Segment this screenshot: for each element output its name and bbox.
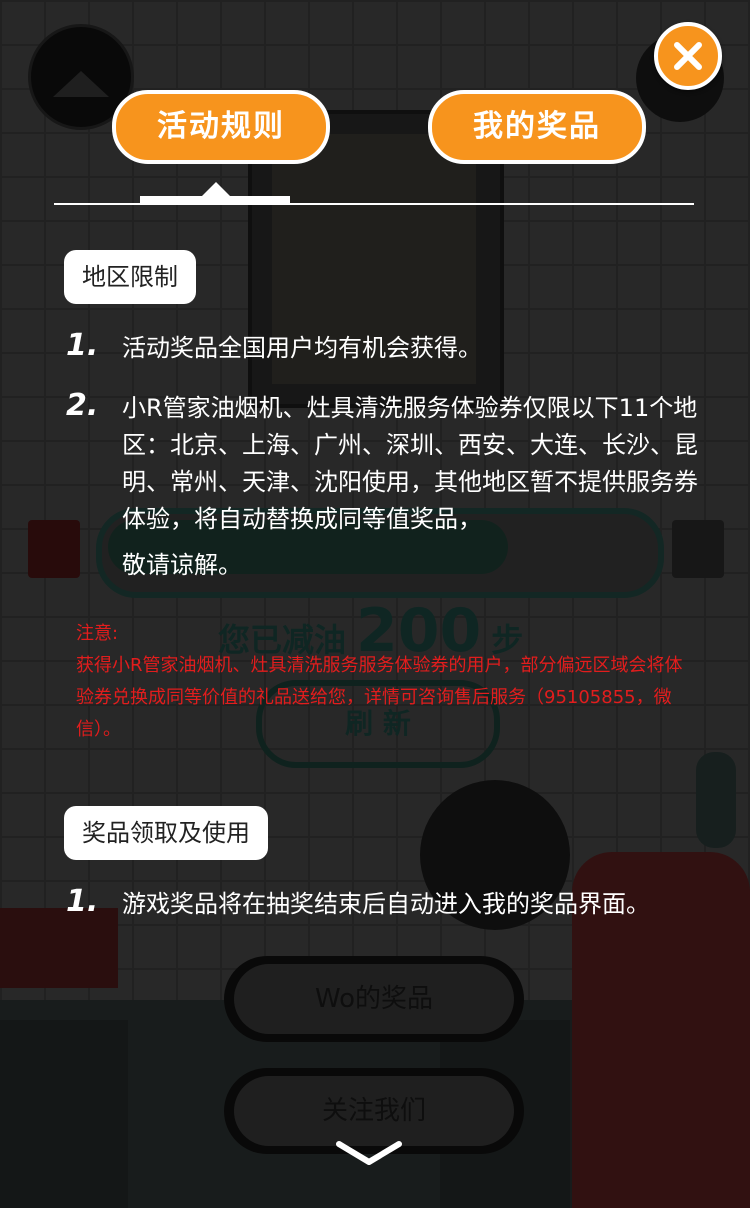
note-text: 获得小R管家油烟机、灶具清洗服务服务体验券的用户，部分偏远区域会将体验券兑换成同… — [76, 655, 683, 740]
list-item-text: 游戏奖品将在抽奖结束后自动进入我的奖品界面。 — [122, 890, 650, 918]
tab-activity-rules[interactable]: 活动规则 — [112, 90, 330, 164]
list-item-text: 小R管家油烟机、灶具清洗服务体验券仅限以下11个地区：北京、上海、广州、深圳、西… — [122, 394, 698, 533]
active-tab-indicator — [140, 196, 290, 204]
note-label: 注意: — [76, 623, 119, 644]
list-item-text-continued: 敬请谅解。 — [122, 551, 242, 579]
list-item-number: 1. — [66, 328, 99, 363]
list-item-text: 活动奖品全国用户均有机会获得。 — [122, 334, 482, 362]
section-title-region: 地区限制 — [64, 250, 196, 304]
close-icon — [674, 42, 702, 70]
active-tab-pointer — [202, 182, 230, 196]
section-title-claim: 奖品领取及使用 — [64, 806, 268, 860]
list-item-number: 2. — [66, 388, 99, 423]
list-item-number: 1. — [66, 884, 99, 919]
chevron-down-icon[interactable] — [334, 1138, 404, 1168]
tab-my-prizes[interactable]: 我的奖品 — [428, 90, 646, 164]
rules-modal-overlay — [0, 0, 750, 1208]
close-button[interactable] — [654, 22, 722, 90]
